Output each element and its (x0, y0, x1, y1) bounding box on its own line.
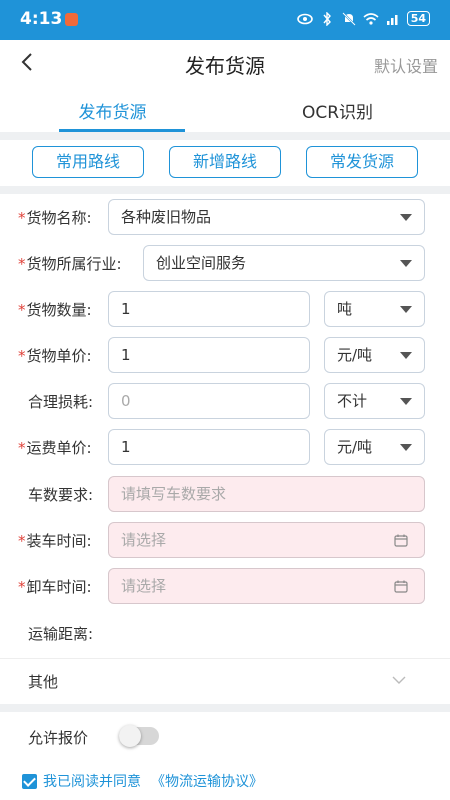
wifi-icon (363, 12, 379, 25)
agreement-checkbox[interactable] (22, 773, 37, 789)
mute-icon (341, 11, 356, 26)
chevron-down-icon (392, 676, 406, 684)
loss-unit-select[interactable]: 不计 (324, 383, 425, 419)
unload-time-label: 卸车时间: (26, 578, 92, 596)
dropdown-caret-icon (400, 214, 412, 221)
vehicle-req-input[interactable]: 请填写车数要求 (108, 476, 425, 512)
signal-icon (386, 14, 398, 25)
unit-price-row: *货物单价: 1 元/吨 (0, 337, 450, 373)
add-route-button[interactable]: 新增路线 (169, 146, 281, 178)
dropdown-caret-icon (400, 352, 412, 359)
unload-time-picker[interactable]: 请选择 (108, 568, 425, 604)
agreement-link[interactable]: 《物流运输协议》 (151, 771, 263, 791)
tab-ocr[interactable]: OCR识别 (225, 86, 450, 132)
tab-publish-goods[interactable]: 发布货源 (0, 86, 225, 132)
default-settings-button[interactable]: 默认设置 (374, 53, 438, 77)
app-header: 发布货源 默认设置 (0, 40, 450, 86)
quick-actions: 常用路线 新增路线 常发货源 (0, 146, 450, 180)
unit-price-unit-select[interactable]: 元/吨 (324, 337, 425, 373)
unit-price-input[interactable]: 1 (108, 337, 310, 373)
agreement-text: 我已阅读并同意 (43, 774, 141, 790)
goods-name-select[interactable]: 各种废旧物品 (108, 199, 425, 235)
allow-bid-switch[interactable] (119, 725, 159, 747)
divider (0, 132, 450, 140)
calendar-icon (394, 534, 408, 547)
loss-row: 合理损耗: 0 不计 (0, 383, 450, 419)
freight-unit-select[interactable]: 元/吨 (324, 429, 425, 465)
load-time-label: 装车时间: (26, 532, 92, 550)
status-bar: 4:13 54 (0, 0, 450, 40)
other-label: 其他 (28, 673, 59, 691)
loss-input[interactable]: 0 (108, 383, 310, 419)
freight-price-input[interactable]: 1 (108, 429, 310, 465)
vehicle-req-row: 车数要求: 请填写车数要求 (0, 476, 450, 512)
battery-icon: 54 (406, 11, 430, 26)
dropdown-caret-icon (400, 260, 412, 267)
divider (0, 186, 450, 194)
goods-name-label: 货物名称: (26, 209, 92, 227)
allow-bid-label: 允许报价 (28, 729, 89, 747)
vehicle-req-label: 车数要求: (28, 486, 94, 504)
load-time-picker[interactable]: 请选择 (108, 522, 425, 558)
unload-time-row: *卸车时间: 请选择 (0, 568, 450, 604)
eye-icon (296, 13, 313, 24)
frequent-goods-button[interactable]: 常发货源 (306, 146, 418, 178)
load-time-row: *装车时间: 请选择 (0, 522, 450, 558)
industry-select[interactable]: 创业空间服务 (143, 245, 425, 281)
calendar-icon (394, 580, 408, 593)
distance-row: 运输距离: (0, 615, 450, 651)
loss-label: 合理损耗: (28, 393, 94, 411)
quantity-unit-select[interactable]: 吨 (324, 291, 425, 327)
switch-knob (119, 725, 141, 747)
dropdown-caret-icon (400, 306, 412, 313)
bluetooth-icon (323, 11, 331, 26)
divider (0, 704, 450, 712)
notification-icon (65, 13, 78, 26)
quantity-row: *货物数量: 1 吨 (0, 291, 450, 327)
tab-bar: 发布货源 OCR识别 (0, 86, 450, 132)
goods-name-row: *货物名称: 各种废旧物品 (0, 199, 450, 235)
status-icons: 54 (296, 11, 430, 26)
quantity-input[interactable]: 1 (108, 291, 310, 327)
industry-label: 货物所属行业: (26, 255, 122, 273)
quantity-label: 货物数量: (26, 301, 92, 319)
freight-price-row: *运费单价: 1 元/吨 (0, 429, 450, 465)
dropdown-caret-icon (400, 398, 412, 405)
dropdown-caret-icon (400, 444, 412, 451)
other-section-toggle[interactable]: 其他 (0, 658, 450, 704)
distance-label: 运输距离: (28, 625, 94, 643)
common-routes-button[interactable]: 常用路线 (32, 146, 144, 178)
agreement-row: 我已阅读并同意 《物流运输协议》 (22, 771, 263, 791)
freight-price-label: 运费单价: (26, 439, 92, 457)
industry-row: *货物所属行业: 创业空间服务 (0, 245, 450, 281)
status-time: 4:13 (20, 9, 63, 29)
unit-price-label: 货物单价: (26, 347, 92, 365)
